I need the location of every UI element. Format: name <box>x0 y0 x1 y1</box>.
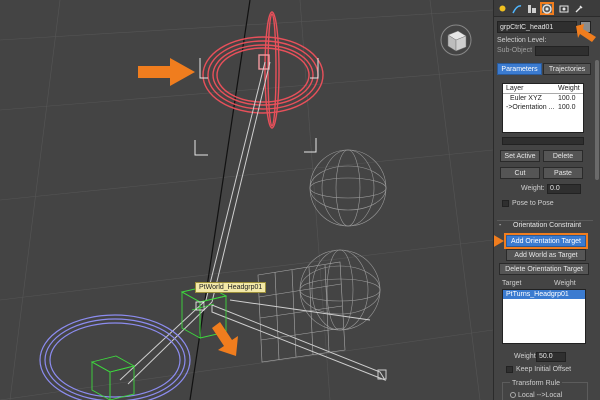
delete-layer-button[interactable]: Delete <box>543 150 583 162</box>
transform-rule-label: Transform Rule <box>510 380 562 387</box>
viewcube-icon[interactable] <box>440 24 472 56</box>
sub-object-select[interactable] <box>535 46 589 56</box>
pose-to-pose-label: Pose to Pose <box>512 200 554 207</box>
orientation-constraint-rollout[interactable]: - Orientation Constraint <box>497 220 593 230</box>
constraint-weight-spinner[interactable]: 50.0 <box>536 352 566 362</box>
command-panel: Selection Level: Sub-Object Parameters T… <box>493 0 600 400</box>
target-list[interactable]: PtTurns_Headgrp01 <box>502 289 586 344</box>
sub-object-label: Sub-Object <box>497 47 533 54</box>
body-control-ring[interactable] <box>39 314 191 400</box>
set-active-button[interactable]: Set Active <box>500 150 540 162</box>
tab-parameters[interactable]: Parameters <box>497 63 542 75</box>
annotation-arrow-motion-tab <box>576 24 596 42</box>
sun-icon[interactable] <box>495 2 509 15</box>
annotation-arrow-helper <box>212 322 238 356</box>
delete-orientation-target-button[interactable]: Delete Orientation Target <box>499 263 589 275</box>
display-icon[interactable] <box>557 2 571 15</box>
pose-to-pose-checkbox[interactable] <box>502 200 509 207</box>
rollout-collapse-icon: - <box>499 222 502 229</box>
rollout-title: Orientation Constraint <box>513 222 582 229</box>
col-weight: Weight <box>558 85 580 92</box>
point-helper-body[interactable] <box>90 355 136 400</box>
list-item[interactable]: Euler XYZ 100.0 <box>503 94 583 103</box>
cut-button[interactable]: Cut <box>500 167 540 179</box>
utilities-icon[interactable] <box>572 2 586 15</box>
keep-initial-offset-checkbox[interactable] <box>506 366 513 373</box>
add-world-as-target-button[interactable]: Add World as Target <box>506 249 586 261</box>
hierarchy-icon[interactable] <box>525 2 539 15</box>
list-item[interactable]: PtTurns_Headgrp01 <box>503 290 585 299</box>
wire-sphere-upper[interactable] <box>309 149 387 227</box>
target-col-label: Target <box>502 280 522 287</box>
layer-list-scrollbar[interactable] <box>502 137 584 145</box>
target-weight-col-label: Weight <box>554 280 576 287</box>
annotation-arrow-ring <box>138 58 195 86</box>
bone-chain[interactable] <box>119 61 387 385</box>
list-item[interactable]: ->Orientation ... 100.0 <box>503 103 583 112</box>
motion-icon[interactable] <box>540 2 554 15</box>
perspective-viewport[interactable]: PtWorld_Headgrp01 <box>0 0 493 400</box>
local-to-local-radio[interactable]: Local -->Local <box>510 392 562 399</box>
weight-label: Weight: <box>521 185 545 192</box>
keep-initial-offset-label: Keep Initial Offset <box>516 366 572 373</box>
annotation-arrow-add-target <box>494 235 504 247</box>
col-layer: Layer <box>506 85 524 92</box>
tab-trajectories[interactable]: Trajectories <box>543 63 591 75</box>
layer-list[interactable]: Layer Weight Euler XYZ 100.0 ->Orientati… <box>502 83 584 133</box>
add-orientation-target-button[interactable]: Add Orientation Target <box>504 233 588 249</box>
command-panel-tabs <box>494 0 600 17</box>
object-name-field[interactable] <box>497 21 577 33</box>
layer-list-header: Layer Weight <box>503 84 583 94</box>
grid-lines <box>0 0 493 400</box>
object-name-tooltip: PtWorld_Headgrp01 <box>195 282 267 293</box>
panel-scrollbar[interactable] <box>595 60 599 180</box>
constraint-weight-label: Weight <box>514 353 536 360</box>
selection-level-label: Selection Level: <box>497 37 547 44</box>
paste-button[interactable]: Paste <box>543 167 583 179</box>
weight-spinner[interactable]: 0.0 <box>547 184 581 194</box>
curve-icon[interactable] <box>510 2 524 15</box>
radio-icon <box>510 392 516 399</box>
viewport-scene <box>0 0 493 400</box>
